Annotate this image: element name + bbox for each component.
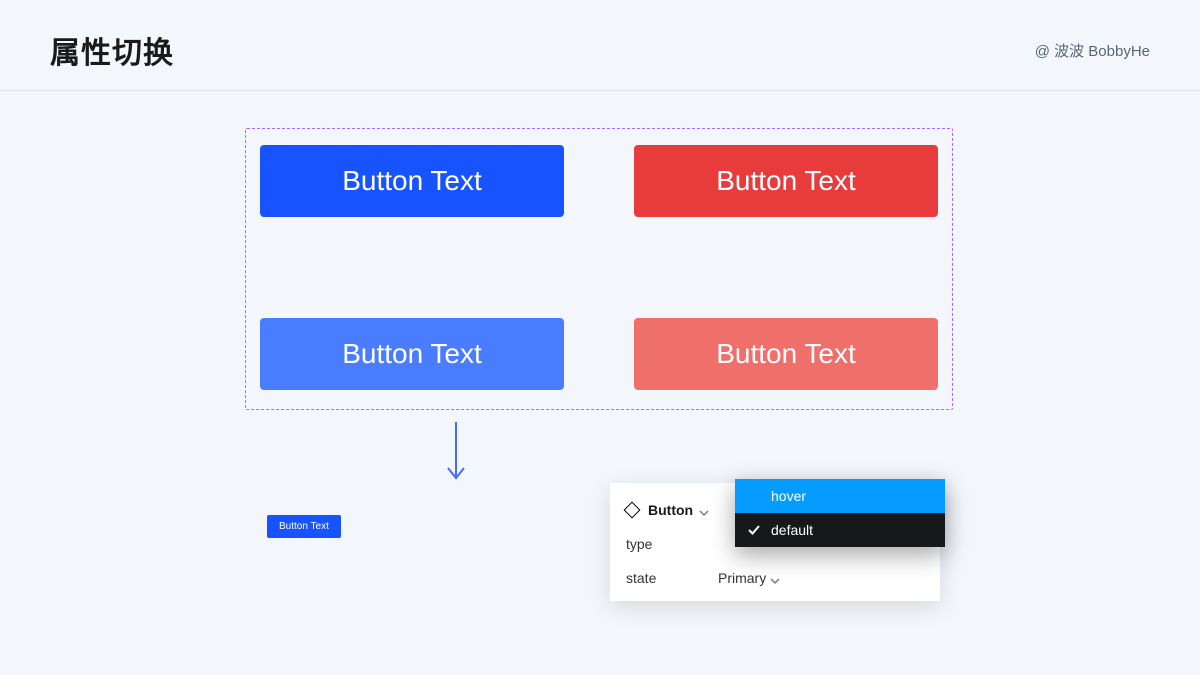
property-row-state[interactable]: state Primary (610, 561, 940, 595)
page-header: 属性切换 @ 波波 BobbyHe (0, 0, 1200, 91)
page-title: 属性切换 (50, 28, 174, 72)
arrow-down-icon (444, 420, 468, 482)
property-value: Primary (718, 570, 780, 586)
chevron-down-icon (699, 505, 709, 515)
button-danger-hover[interactable]: Button Text (634, 318, 938, 390)
button-danger-default[interactable]: Button Text (634, 145, 938, 217)
dropdown-option-hover[interactable]: hover (735, 479, 945, 513)
type-dropdown: hover default (735, 479, 945, 547)
dropdown-option-default[interactable]: default (735, 513, 945, 547)
option-label: default (771, 522, 813, 538)
option-label: hover (771, 488, 806, 504)
component-name: Button (648, 502, 693, 518)
button-label: Button Text (342, 165, 482, 197)
button-label: Button Text (342, 338, 482, 370)
button-primary-default[interactable]: Button Text (260, 145, 564, 217)
property-label: state (626, 570, 718, 586)
button-primary-hover[interactable]: Button Text (260, 318, 564, 390)
button-label: Button Text (716, 338, 856, 370)
button-label: Button Text (279, 521, 329, 532)
property-label: type (626, 536, 718, 552)
component-variants-frame[interactable]: Button Text Button Text Button Text Butt… (245, 128, 953, 410)
state-value-text: Primary (718, 570, 766, 586)
chevron-down-icon (770, 573, 780, 583)
component-icon (624, 502, 641, 519)
check-placeholder (747, 489, 761, 503)
button-instance[interactable]: Button Text (267, 515, 341, 538)
button-label: Button Text (716, 165, 856, 197)
author-credit: @ 波波 BobbyHe (1035, 40, 1150, 61)
check-icon (747, 523, 761, 537)
